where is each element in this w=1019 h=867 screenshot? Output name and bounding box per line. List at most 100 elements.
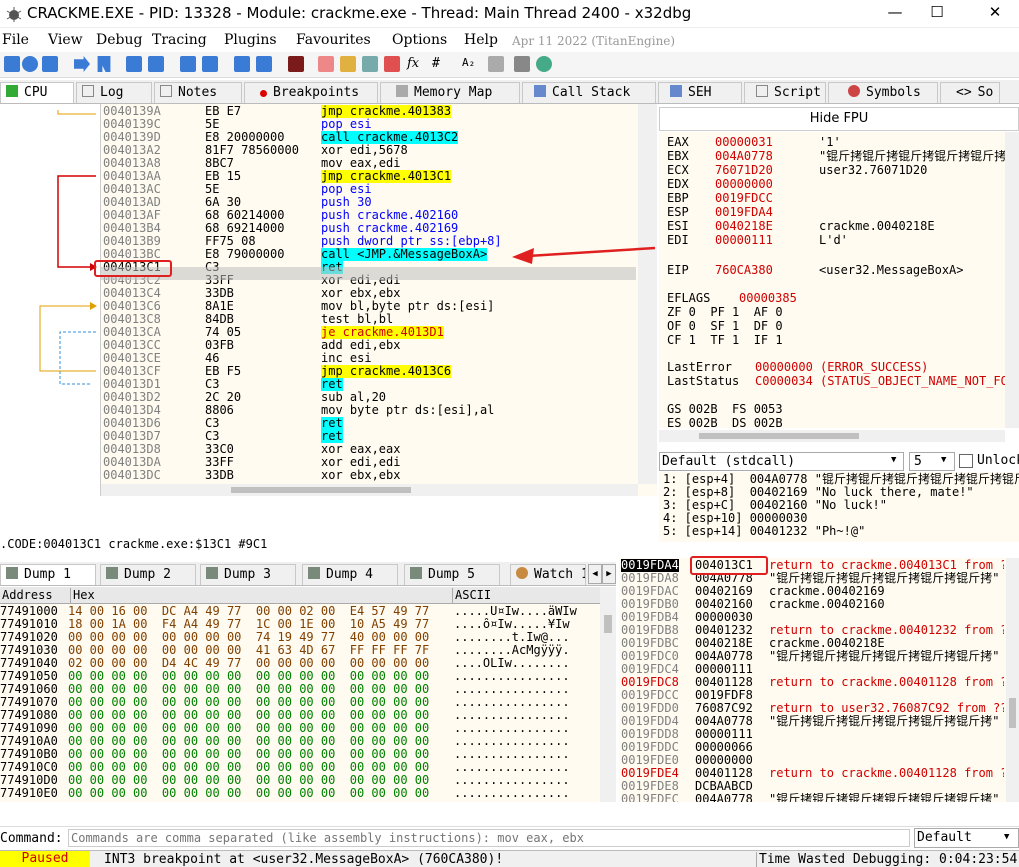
tab-symbols[interactable]: Symbols xyxy=(828,82,938,103)
calling-convention-select[interactable]: Default (stdcall) xyxy=(659,452,904,471)
tab-cpu[interactable]: CPU xyxy=(0,82,74,103)
comment-icon[interactable] xyxy=(318,56,334,72)
tab-dump-4[interactable]: Dump 4 xyxy=(302,564,398,585)
command-input[interactable] xyxy=(68,829,910,847)
chevron-down-icon[interactable]: ▼ xyxy=(891,455,896,465)
run-icon[interactable] xyxy=(74,56,90,72)
stack-value[interactable]: 004A0778 xyxy=(695,793,753,803)
disasm-row[interactable]: 004013D6 C3 ret xyxy=(101,417,636,430)
seg-row-1[interactable]: GS 002B FS 0053 xyxy=(667,403,783,416)
dump-ascii[interactable]: ................ xyxy=(454,761,582,774)
tab-dump-5[interactable]: Dump 5 xyxy=(404,564,500,585)
stop-icon[interactable] xyxy=(42,56,58,72)
registers-scrollbar[interactable] xyxy=(1005,132,1019,428)
tab-dump-2[interactable]: Dump 2 xyxy=(100,564,196,585)
flags-row-2[interactable]: OF 0 SF 1 DF 0 xyxy=(667,320,783,333)
label-icon[interactable] xyxy=(340,56,356,72)
laststatus-value[interactable]: C0000034 (STATUS_OBJECT_NAME_NOT_FOUND) xyxy=(755,375,1005,388)
unlock-checkbox[interactable] xyxy=(959,454,973,468)
disasm-row[interactable]: 004013DC 33DB xor ebx,ebx xyxy=(101,469,636,482)
maximize-button[interactable]: ☐ xyxy=(922,3,952,25)
dump-ascii[interactable]: ................ xyxy=(454,696,582,709)
tab-source[interactable]: <> So xyxy=(940,82,1000,103)
disasm-row[interactable]: 004013D4 8806 mov byte ptr ds:[esi],al xyxy=(101,404,636,417)
pause-icon[interactable] xyxy=(97,56,111,72)
bookmark-icon[interactable] xyxy=(362,56,378,72)
settings-icon[interactable] xyxy=(488,56,504,72)
calculator-icon[interactable] xyxy=(514,56,530,72)
dump-ascii[interactable]: ................ xyxy=(454,748,582,761)
dump-ascii[interactable]: ....ÔLIw........ xyxy=(454,657,582,670)
tab-log[interactable]: Log xyxy=(76,82,152,103)
dump-ascii[interactable]: ................ xyxy=(454,683,582,696)
dump-ascii[interactable]: ........AcMgÿÿÿ. xyxy=(454,644,582,657)
menu-view[interactable]: View xyxy=(48,32,83,48)
menu-help[interactable]: Help xyxy=(464,32,498,48)
globe-icon[interactable] xyxy=(536,56,552,72)
arg-count-select[interactable]: 5 xyxy=(909,452,955,471)
open-icon[interactable] xyxy=(4,56,20,72)
dump-ascii[interactable]: ................ xyxy=(454,735,582,748)
tab-call-stack[interactable]: Call Stack xyxy=(522,82,656,103)
tab-dump-3[interactable]: Dump 3 xyxy=(200,564,296,585)
flags-row-1[interactable]: ZF 0 PF 1 AF 0 xyxy=(667,306,783,319)
tab-breakpoints[interactable]: Breakpoints xyxy=(244,82,378,103)
dump-scrollbar[interactable] xyxy=(600,587,616,802)
register-value[interactable]: 0040218E xyxy=(715,220,773,233)
disassembly-view[interactable]: 0040139A EB E7 jmp crackme.401383 0040139C 5… xyxy=(100,104,657,496)
trace-into-icon[interactable] xyxy=(180,56,196,72)
tab-script[interactable]: Script xyxy=(744,82,826,103)
register-value[interactable]: 0019FDA4 xyxy=(715,206,773,219)
disasm-row[interactable]: 004013CF EB F5 jmp crackme.4013C6 xyxy=(101,365,636,378)
font-icon[interactable]: A₂ xyxy=(462,56,478,72)
dump-ascii[interactable]: ................ xyxy=(454,787,582,800)
dump-ascii[interactable]: ................ xyxy=(454,709,582,722)
step-into-icon[interactable] xyxy=(126,56,142,72)
disasm-hscrollbar[interactable] xyxy=(101,484,638,496)
menu-file[interactable]: File xyxy=(2,32,29,48)
lasterror-value[interactable]: 00000000 (ERROR_SUCCESS) xyxy=(755,361,928,374)
dump-ascii[interactable]: .....U¤Iw....äWIw xyxy=(454,605,582,618)
register-eip[interactable]: EIP xyxy=(667,264,689,277)
tabs-scroll-left[interactable]: ◀ xyxy=(588,564,602,584)
hide-fpu-button[interactable]: Hide FPU xyxy=(659,107,1019,131)
stack-view[interactable]: 0019FDA4 004013C1 return to crackme.004013… xyxy=(619,558,1006,802)
fx-icon[interactable]: fx xyxy=(407,56,423,72)
stack-arg-5[interactable]: 5: [esp+14] 00401232 "Ph~!@" xyxy=(663,525,865,538)
register-value[interactable]: 00000111 xyxy=(715,234,773,247)
tab-dump-1[interactable]: Dump 1 xyxy=(0,564,96,585)
menu-tracing[interactable]: Tracing xyxy=(152,32,207,48)
registers-hscrollbar[interactable] xyxy=(659,430,1005,442)
step-over-icon[interactable] xyxy=(148,56,164,72)
menu-options[interactable]: Options xyxy=(392,32,447,48)
close-button[interactable]: ✕ xyxy=(980,3,1010,25)
register-value[interactable]: 00000031 xyxy=(715,136,773,149)
seg-row-2[interactable]: ES 002B DS 002B xyxy=(667,417,783,429)
eflags-value[interactable]: 00000385 xyxy=(739,292,797,305)
menu-debug[interactable]: Debug xyxy=(96,32,142,48)
dump-ascii[interactable]: ....ô¤Iw.....¥Iw xyxy=(454,618,582,631)
minimize-button[interactable]: — xyxy=(880,3,910,25)
function-icon[interactable] xyxy=(384,56,400,72)
dump-ascii[interactable]: ................ xyxy=(454,722,582,735)
hex-dump[interactable]: 77491000 14 00 16 00 DC A4 49 77 00 00 02… xyxy=(0,604,600,802)
register-value[interactable]: 0019FDCC xyxy=(715,192,773,205)
menu-plugins[interactable]: Plugins xyxy=(224,32,277,48)
dump-hex[interactable]: 00 00 00 00 00 00 00 00 00 00 00 00 00 0… xyxy=(68,787,429,800)
tab-seh[interactable]: SEH xyxy=(658,82,742,103)
disasm-scrollbar[interactable] xyxy=(638,104,657,484)
menu-favourites[interactable]: Favourites xyxy=(296,32,371,48)
tab-notes[interactable]: Notes xyxy=(154,82,242,103)
register-value[interactable]: 004A0778 xyxy=(715,150,773,163)
tab-watch-1[interactable]: Watch 1 xyxy=(510,564,586,585)
restart-icon[interactable] xyxy=(22,56,38,72)
hash-icon[interactable]: # xyxy=(432,56,448,72)
execute-till-return-icon[interactable] xyxy=(234,56,250,72)
run-to-user-code-icon[interactable] xyxy=(256,56,272,72)
register-value[interactable]: 00000000 xyxy=(715,178,773,191)
flags-row-3[interactable]: CF 1 TF 1 IF 1 xyxy=(667,334,783,347)
dump-ascii[interactable]: ................ xyxy=(454,774,582,787)
tab-memory-map[interactable]: Memory Map xyxy=(380,82,520,103)
dump-ascii[interactable]: ........t.Iw@... xyxy=(454,631,582,644)
script-icon[interactable] xyxy=(288,56,304,72)
